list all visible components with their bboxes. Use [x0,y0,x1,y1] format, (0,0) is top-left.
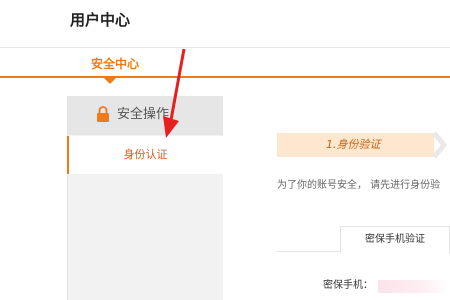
sidebar-item-identity-auth[interactable]: 身份认证 [67,136,224,174]
tab-security-center[interactable]: 安全中心 [78,55,152,75]
tab-phone-verification[interactable]: 密保手机验证 [340,226,450,254]
phone-label: 密保手机： [323,280,373,291]
verification-notice: 为了你的账号安全， 请先进行身份验 [277,180,441,191]
chevron-right-icon [430,130,450,160]
sidebar-header-label: 安全操作 [117,107,170,122]
step-label: 1.身份验证 [326,138,381,151]
lock-icon [96,106,110,122]
phone-value-redacted [378,280,450,293]
header-divider [0,47,450,48]
active-tab-marker [104,78,116,84]
page-title: 用户中心 [70,11,131,29]
nav-underline [0,76,450,78]
sidebar-item-label: 身份认证 [123,148,168,161]
